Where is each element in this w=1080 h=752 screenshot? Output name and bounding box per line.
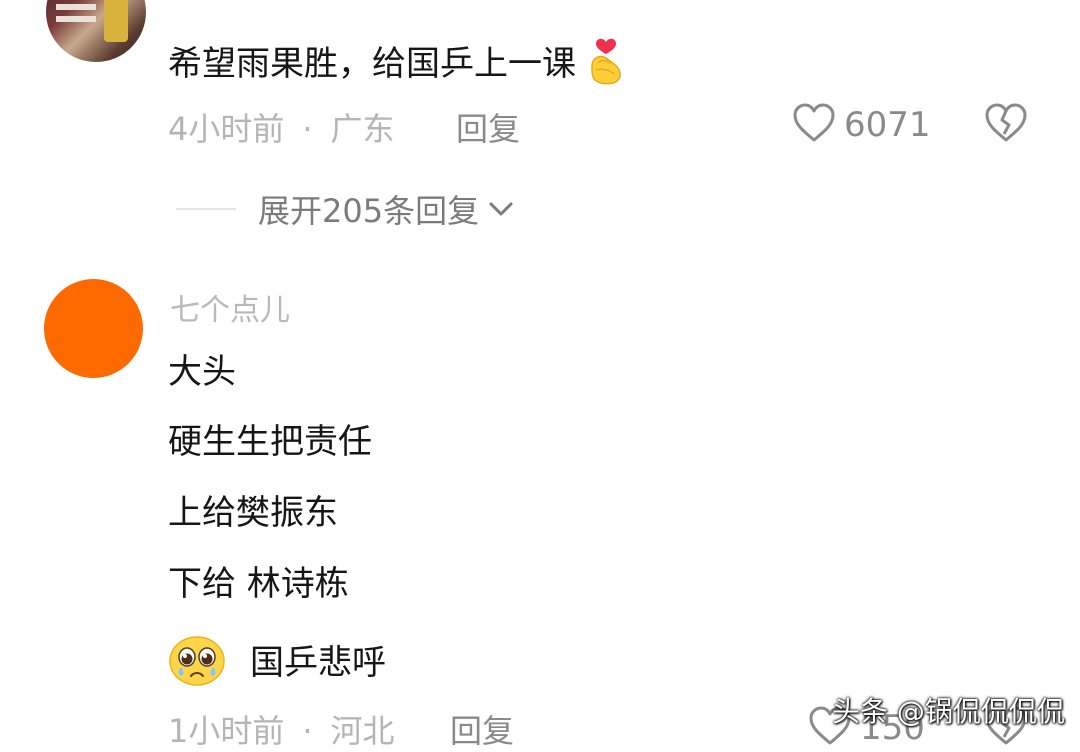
expand-replies-label: 展开205条回复 [258,192,480,230]
comment-time: 1小时前 [168,712,285,750]
meta-separator: · [302,712,313,750]
reply-button[interactable]: 回复 [456,104,520,150]
avatar[interactable] [44,279,143,378]
chevron-down-icon [487,199,515,219]
comment-content-line: 大头 [168,352,236,392]
like-button[interactable]: 6071 [792,103,931,147]
comment-text: 国乒悲呼 [250,643,386,683]
comment-content-line: 希望雨果胜，给国乒上一课 [168,36,628,95]
watermark: 头条 @锅侃侃侃侃 [832,695,1065,728]
expand-replies-button[interactable]: 展开205条回复 [176,186,515,232]
pleading-face-emoji [168,634,226,695]
comment-meta: 1小时前 · 河北 [168,706,395,752]
comment-text: 希望雨果胜，给国乒上一课 [168,44,576,84]
comment-content-line: 硬生生把责任 [168,422,372,462]
like-count: 6071 [844,105,931,145]
comment-location: 广东 [330,110,395,148]
comment-meta: 4小时前 · 广东 [168,104,395,150]
avatar[interactable] [46,0,146,62]
meta-separator: · [302,110,313,148]
comment-username[interactable]: 七个点儿 [170,285,290,329]
comment-content-line: 上给樊振东 [168,493,338,533]
dislike-button[interactable] [984,103,1028,147]
expand-divider [176,208,236,210]
finger-heart-emoji [584,36,628,95]
avatar-stripe [56,16,96,22]
comment-content-line: 下给 林诗栋 [168,564,349,604]
comment-content-line: 国乒悲呼 [168,634,386,695]
heart-outline-icon [792,103,836,147]
comment-time: 4小时前 [168,110,285,148]
broken-heart-icon [984,103,1028,147]
reply-button[interactable]: 回复 [450,706,514,752]
broken-heart-icon [984,706,1028,750]
avatar-figure [104,0,128,42]
avatar-stripe [56,4,96,10]
comment-location: 河北 [330,712,395,750]
